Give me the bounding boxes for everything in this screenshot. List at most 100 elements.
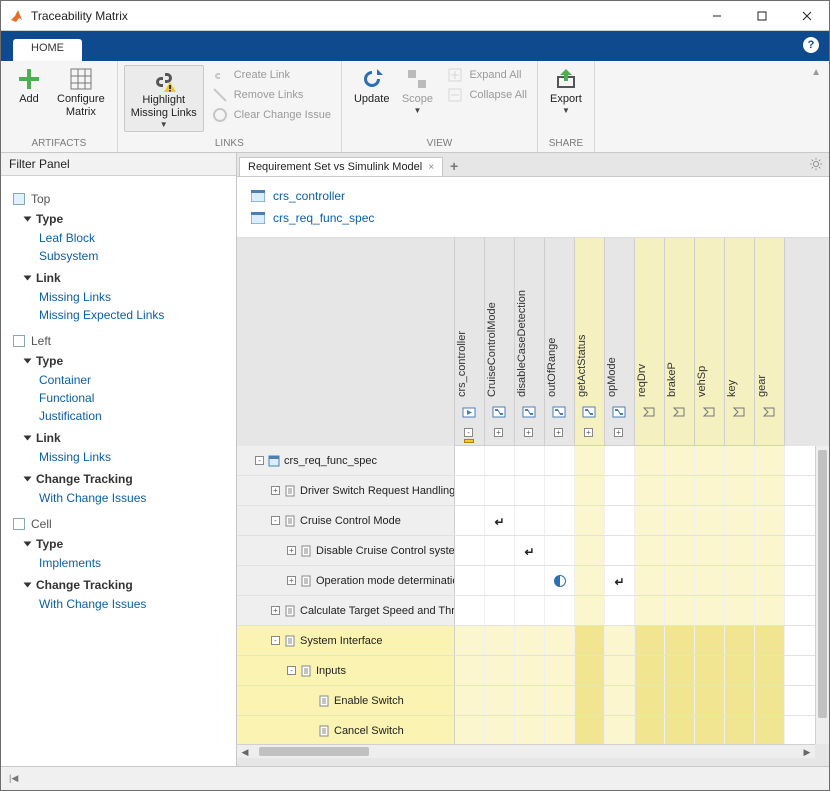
matrix-cell[interactable] xyxy=(695,686,725,715)
matrix-cell[interactable] xyxy=(665,446,695,475)
minimize-button[interactable] xyxy=(694,1,739,31)
statusbar-caret-icon[interactable]: |◀ xyxy=(9,773,18,784)
row-label[interactable]: -System Interface xyxy=(237,626,455,655)
column-expand-toggle[interactable]: - xyxy=(464,428,473,437)
matrix-cell[interactable] xyxy=(455,596,485,625)
matrix-cell[interactable] xyxy=(455,626,485,655)
matrix-cell[interactable] xyxy=(575,716,605,744)
row-expand-toggle[interactable]: + xyxy=(287,576,296,585)
toolstrip-collapse-button[interactable]: ▲ xyxy=(811,67,821,78)
matrix-cell[interactable] xyxy=(515,566,545,595)
matrix-cell[interactable] xyxy=(485,716,515,744)
column-header[interactable]: disableCaseDetection+ xyxy=(515,238,545,446)
matrix-cell[interactable] xyxy=(695,566,725,595)
matrix-cell[interactable] xyxy=(635,536,665,565)
matrix-cell[interactable] xyxy=(605,626,635,655)
table-row[interactable]: +Disable Cruise Control system↵ xyxy=(237,536,815,566)
matrix-cell[interactable] xyxy=(575,626,605,655)
matrix-cell[interactable] xyxy=(485,596,515,625)
matrix-cell[interactable] xyxy=(635,656,665,685)
row-label[interactable]: -Inputs xyxy=(237,656,455,685)
matrix-cell[interactable] xyxy=(725,686,755,715)
filter-left-ct-heading[interactable]: Change Tracking xyxy=(25,472,224,486)
add-artifact-button[interactable]: Add xyxy=(7,65,51,108)
matrix-cell[interactable] xyxy=(515,596,545,625)
matrix-cell[interactable] xyxy=(695,716,725,744)
matrix-cell[interactable] xyxy=(635,506,665,535)
matrix-cell[interactable] xyxy=(545,596,575,625)
maximize-button[interactable] xyxy=(739,1,784,31)
matrix-cell[interactable] xyxy=(665,566,695,595)
matrix-cell[interactable] xyxy=(515,716,545,744)
configure-matrix-button[interactable]: Configure Matrix xyxy=(51,65,111,121)
matrix-cell[interactable] xyxy=(575,476,605,505)
row-label[interactable]: +Disable Cruise Control system xyxy=(237,536,455,565)
row-expand-toggle[interactable]: + xyxy=(287,546,296,555)
matrix-cell[interactable] xyxy=(695,656,725,685)
matrix-cell[interactable] xyxy=(635,716,665,744)
filter-leaf-block[interactable]: Leaf Block xyxy=(39,229,224,247)
gear-icon[interactable] xyxy=(809,157,823,171)
row-expand-toggle[interactable]: + xyxy=(271,486,280,495)
matrix-cell[interactable] xyxy=(725,596,755,625)
column-header[interactable]: getActStatus+ xyxy=(575,238,605,446)
matrix-cell[interactable] xyxy=(755,566,785,595)
matrix-cell[interactable] xyxy=(455,536,485,565)
scroll-left-icon[interactable]: ◀ xyxy=(239,746,251,758)
matrix-cell[interactable] xyxy=(545,446,575,475)
matrix-cell[interactable] xyxy=(575,596,605,625)
matrix-cell[interactable] xyxy=(455,686,485,715)
matrix-cell[interactable] xyxy=(725,626,755,655)
matrix-cell[interactable] xyxy=(575,536,605,565)
filter-justification[interactable]: Justification xyxy=(39,407,224,425)
table-row[interactable]: Cancel Switch xyxy=(237,716,815,744)
column-header[interactable]: reqDrv xyxy=(635,238,665,446)
filter-cell-ct-heading[interactable]: Change Tracking xyxy=(25,578,224,592)
column-header[interactable]: vehSp xyxy=(695,238,725,446)
matrix-cell[interactable] xyxy=(695,626,725,655)
matrix-cell[interactable] xyxy=(455,566,485,595)
matrix-cell[interactable] xyxy=(755,626,785,655)
matrix-cell[interactable] xyxy=(665,686,695,715)
column-header[interactable]: CruiseControlMode+ xyxy=(485,238,515,446)
matrix-cell[interactable] xyxy=(755,476,785,505)
matrix-cell[interactable] xyxy=(455,446,485,475)
matrix-cell[interactable] xyxy=(455,716,485,744)
matrix-cell[interactable] xyxy=(605,476,635,505)
matrix-cell[interactable] xyxy=(755,596,785,625)
matrix-cell[interactable] xyxy=(605,536,635,565)
vertical-scrollbar[interactable] xyxy=(815,446,829,744)
matrix-cell[interactable] xyxy=(695,536,725,565)
matrix-cell[interactable] xyxy=(725,446,755,475)
row-expand-toggle[interactable]: - xyxy=(271,516,280,525)
matrix-cell[interactable] xyxy=(695,506,725,535)
filter-functional[interactable]: Functional xyxy=(39,389,224,407)
matrix-cell[interactable] xyxy=(545,656,575,685)
matrix-cell[interactable] xyxy=(725,656,755,685)
filter-left-link-heading[interactable]: Link xyxy=(25,431,224,445)
update-button[interactable]: Update xyxy=(348,65,395,108)
table-row[interactable]: Enable Switch xyxy=(237,686,815,716)
matrix-cell[interactable] xyxy=(575,566,605,595)
matrix-cell[interactable] xyxy=(665,626,695,655)
table-row[interactable]: -Cruise Control Mode↵ xyxy=(237,506,815,536)
tab-home[interactable]: HOME xyxy=(13,39,82,61)
matrix-cell[interactable] xyxy=(485,566,515,595)
column-expand-toggle[interactable]: + xyxy=(494,428,503,437)
matrix-cell[interactable] xyxy=(725,536,755,565)
matrix-cell[interactable] xyxy=(665,506,695,535)
help-icon[interactable]: ? xyxy=(803,37,819,53)
table-row[interactable]: -crs_req_func_spec xyxy=(237,446,815,476)
table-row[interactable]: +Calculate Target Speed and Throttle xyxy=(237,596,815,626)
filter-top-missing-links[interactable]: Missing Links xyxy=(39,288,224,306)
row-expand-toggle[interactable]: - xyxy=(255,456,264,465)
row-label[interactable]: -crs_req_func_spec xyxy=(237,446,455,475)
matrix-cell[interactable] xyxy=(695,476,725,505)
matrix-cell[interactable] xyxy=(665,716,695,744)
add-tab-button[interactable]: + xyxy=(443,156,465,176)
table-row[interactable]: +Driver Switch Request Handling xyxy=(237,476,815,506)
row-expand-toggle[interactable]: - xyxy=(271,636,280,645)
close-tab-icon[interactable]: × xyxy=(428,162,434,173)
matrix-cell[interactable] xyxy=(545,716,575,744)
matrix-cell[interactable] xyxy=(755,446,785,475)
